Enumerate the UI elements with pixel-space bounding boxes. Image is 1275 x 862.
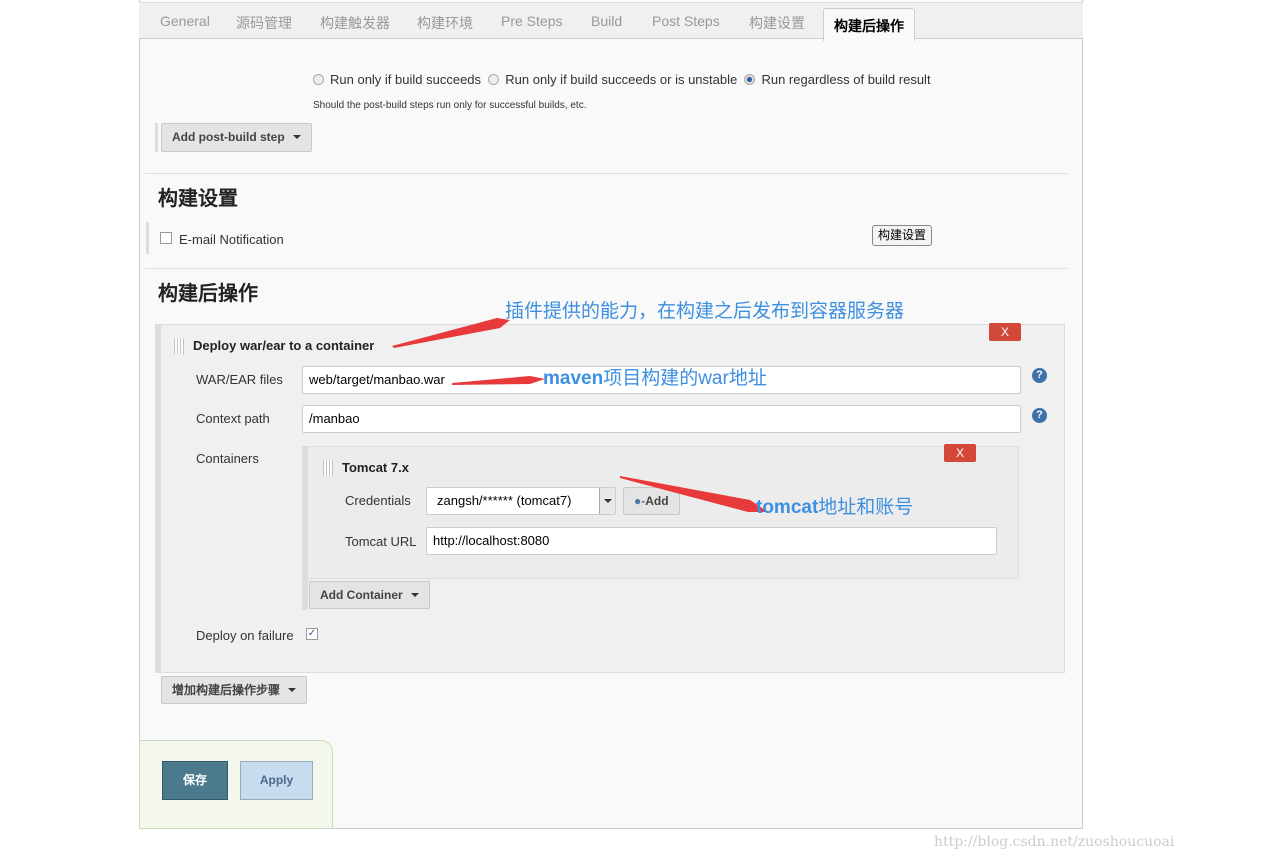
anno-rest: 地址和账号 — [818, 497, 914, 518]
watermark: http://blog.csdn.net/zuoshoucuoai — [934, 834, 1175, 850]
annotation-tomcat: tomcat地址和账号 — [756, 492, 913, 519]
anno-bold: tomcat — [756, 497, 819, 518]
arrow-1 — [392, 318, 510, 348]
annotation-war: maven项目构建的war地址 — [543, 363, 767, 390]
annotation-plugin: 插件提供的能力，在构建之后发布到容器服务器 — [505, 301, 905, 322]
arrow-2 — [452, 376, 545, 385]
anno-rest: 项目构建的war地址 — [603, 368, 767, 389]
anno-bold: maven — [543, 368, 604, 389]
arrow-3 — [620, 476, 768, 512]
annotation-arrows — [392, 318, 768, 512]
